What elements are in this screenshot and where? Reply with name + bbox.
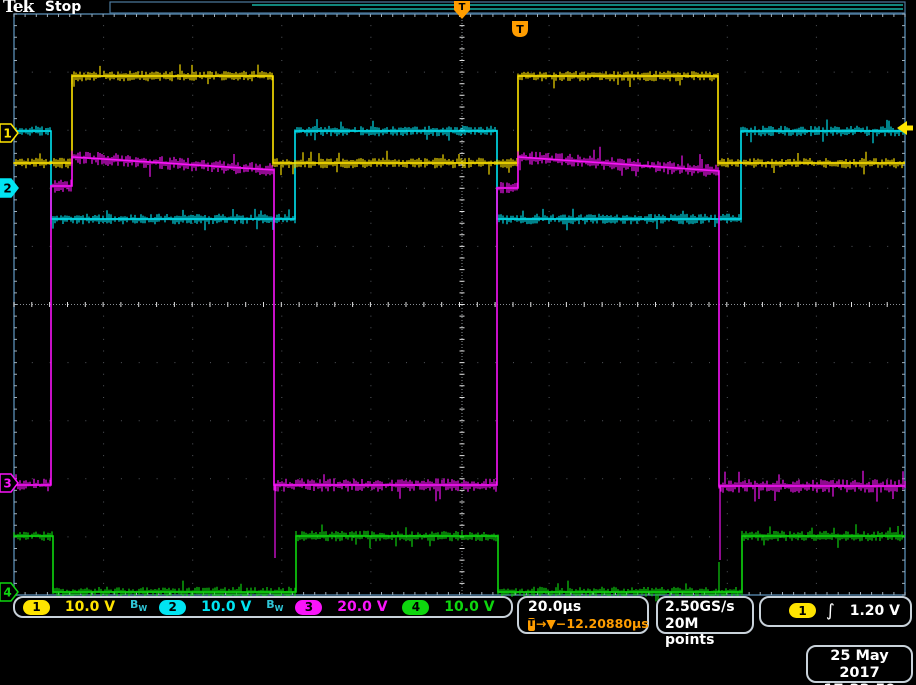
trigger-delay-value: −12.20880µs	[556, 616, 649, 632]
svg-text:1: 1	[3, 127, 11, 141]
bandwidth-limit-indicator: BW	[130, 598, 147, 613]
sample-rate: 2.50GS/s	[665, 599, 752, 616]
acquisition-preview-bar	[110, 2, 905, 13]
acquisition-status: Stop	[45, 0, 81, 15]
ch4-scale: 10.0 V	[441, 599, 497, 615]
svg-text:T: T	[459, 2, 466, 13]
ch1-badge[interactable]: 1	[23, 600, 50, 615]
svg-text:2: 2	[3, 182, 11, 196]
horizontal-readout-box[interactable]: 20.0µs T→▼−12.20880µs	[517, 596, 649, 634]
trigger-t-icon: T	[528, 618, 535, 631]
trigger-delay-readout: T→▼−12.20880µs	[528, 616, 647, 632]
ch2-scale: 10.0 V	[198, 599, 254, 615]
delay-arrows-icon: →▼	[536, 616, 556, 632]
top-status-bar: Tek Stop	[3, 0, 81, 17]
bandwidth-limit-indicator: BW	[266, 598, 283, 613]
svg-text:4: 4	[3, 586, 11, 600]
channel-readout-box[interactable]: 1 10.0 V BW 2 10.0 V BW 3 20.0 V 4 10.0 V	[13, 596, 513, 618]
timebase-scale: 20.0µs	[528, 599, 581, 615]
datetime-box: 25 May 2017 17:33:59	[806, 645, 913, 683]
ch1-scale: 10.0 V	[62, 599, 118, 615]
ch4-badge[interactable]: 4	[402, 600, 429, 615]
record-length: 20M points	[665, 616, 752, 649]
acquisition-readout-box[interactable]: 2.50GS/s 20M points	[656, 596, 754, 634]
trigger-source-badge: 1	[789, 603, 816, 618]
waveform-display: T T 1 2 3 4	[0, 0, 916, 685]
ch3-scale: 20.0 V	[334, 599, 390, 615]
trigger-level-value: 1.20 V	[845, 603, 900, 619]
trigger-slope-icon: ∫	[826, 601, 835, 621]
tek-logo: Tek	[3, 0, 33, 17]
ch3-badge[interactable]: 3	[295, 600, 322, 615]
ch2-badge[interactable]: 2	[159, 600, 186, 615]
svg-text:3: 3	[3, 477, 11, 491]
trigger-readout-box[interactable]: 1 ∫ 1.20 V	[759, 596, 912, 627]
svg-text:T: T	[516, 23, 524, 36]
oscilloscope-screen: T T 1 2 3 4 Tek Stop 1 10.0 V BW 2 10.0 V BW 3 20.0 …	[0, 0, 916, 685]
date-label: 25 May 2017	[808, 648, 911, 682]
